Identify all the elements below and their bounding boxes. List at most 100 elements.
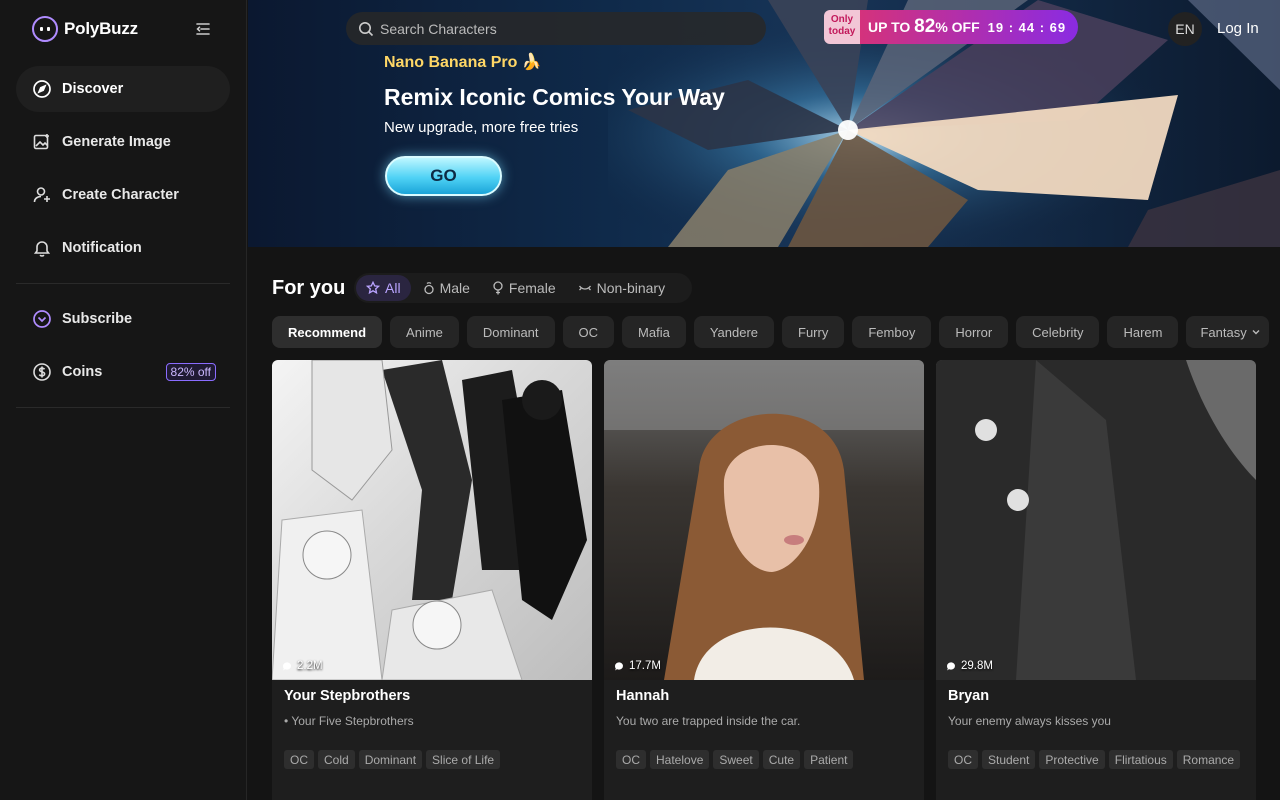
sidebar-item-label: Discover xyxy=(62,81,124,97)
bell-icon xyxy=(33,241,51,257)
category-chip-celebrity[interactable]: Celebrity xyxy=(1016,316,1100,348)
tag[interactable]: OC xyxy=(948,750,978,769)
tag[interactable]: Sweet xyxy=(713,750,759,769)
character-description: You two are trapped inside the car. xyxy=(616,714,801,728)
category-chip-fantasy[interactable]: Fantasy xyxy=(1186,316,1269,348)
category-chip-femboy[interactable]: Femboy xyxy=(852,316,932,348)
category-chip-oc[interactable]: OC xyxy=(562,316,615,348)
countdown-timer: 19 : 44 : 69 xyxy=(987,19,1067,35)
promo-discount-pill[interactable]: Only today UP TO 82% OFF 19 : 44 : 69 xyxy=(824,10,1078,44)
category-chips: Recommend Anime Dominant OC Mafia Yander… xyxy=(272,316,1269,348)
stepbrothers-illustration xyxy=(272,360,587,681)
main-content: Only today UP TO 82% OFF 19 : 44 : 69 EN… xyxy=(248,0,1280,800)
sidebar-item-coins[interactable]: Coins 82% off xyxy=(16,349,230,395)
tag[interactable]: Cold xyxy=(318,750,355,769)
compass-icon xyxy=(33,80,51,98)
section-title: For you xyxy=(272,277,346,299)
promo-text: UP TO 82% OFF xyxy=(868,16,980,37)
search-input[interactable] xyxy=(380,20,740,37)
coins-label: Coins xyxy=(62,364,103,380)
sidebar-item-subscribe[interactable]: Subscribe xyxy=(16,296,230,342)
sidebar-item-label: Generate Image xyxy=(62,134,171,150)
tag[interactable]: Cute xyxy=(762,750,801,769)
user-plus-icon xyxy=(33,187,50,203)
image-plus-icon xyxy=(33,134,49,150)
chat-bubble-icon xyxy=(946,661,955,670)
subscribe-icon xyxy=(33,310,51,328)
banner-description: New upgrade, more free tries xyxy=(384,119,579,136)
collapse-sidebar-icon[interactable] xyxy=(194,20,212,38)
banner-title: Remix Iconic Comics Your Way xyxy=(384,84,725,110)
tag-list: OC Cold Dominant Slice of Life xyxy=(284,750,584,769)
gender-tab-male[interactable]: Male xyxy=(413,275,480,301)
bryan-photo xyxy=(936,360,1256,680)
search-icon xyxy=(359,21,374,36)
sidebar: PolyBuzz Discover Generate Image Create … xyxy=(0,0,247,800)
category-chip-horror[interactable]: Horror xyxy=(939,316,1009,348)
character-card[interactable]: 29.8M Bryan Your enemy always kisses you… xyxy=(936,360,1256,800)
tag-list: OC Hatelove Sweet Cute Patient xyxy=(616,750,916,769)
divider xyxy=(16,283,230,284)
tag[interactable]: Protective xyxy=(1039,750,1105,769)
tag-list: OC Student Protective Flirtatious Romanc… xyxy=(948,750,1248,769)
app-name: PolyBuzz xyxy=(64,19,138,38)
coins-discount-badge: 82% off xyxy=(165,363,216,381)
category-chip-mafia[interactable]: Mafia xyxy=(622,316,686,348)
category-chip-dominant[interactable]: Dominant xyxy=(466,316,555,348)
gender-filter: All Male Female Non-binary xyxy=(354,273,692,303)
tag[interactable]: OC xyxy=(284,750,314,769)
chat-count: 17.7M xyxy=(614,660,661,672)
promo-banner[interactable]: Only today UP TO 82% OFF 19 : 44 : 69 EN… xyxy=(248,0,1280,247)
chat-count: 2.2M xyxy=(282,660,323,672)
category-chip-harem[interactable]: Harem xyxy=(1107,316,1179,348)
sidebar-item-notification[interactable]: Notification xyxy=(16,225,230,271)
gender-tab-nonbinary[interactable]: Non-binary xyxy=(568,275,675,301)
character-name: Your Stepbrothers xyxy=(284,688,411,704)
category-chip-anime[interactable]: Anime xyxy=(390,316,459,348)
tag[interactable]: Hatelove xyxy=(650,750,710,769)
character-card[interactable]: 17.7M Hannah You two are trapped inside … xyxy=(604,360,924,800)
sidebar-item-label: Notification xyxy=(62,240,142,256)
tag[interactable]: Flirtatious xyxy=(1108,750,1173,769)
logo[interactable]: PolyBuzz xyxy=(32,16,138,42)
tag[interactable]: Patient xyxy=(804,750,854,769)
tag[interactable]: OC xyxy=(616,750,646,769)
sidebar-item-create-character[interactable]: Create Character xyxy=(16,172,230,218)
gender-tab-female[interactable]: Female xyxy=(482,275,566,301)
login-button[interactable]: Log In xyxy=(1217,20,1259,37)
sidebar-item-discover[interactable]: Discover xyxy=(16,66,230,112)
chat-bubble-icon xyxy=(614,661,623,670)
character-image: 29.8M xyxy=(936,360,1256,680)
polybuzz-logo-icon xyxy=(32,16,58,42)
language-selector[interactable]: EN xyxy=(1168,12,1202,46)
character-description: Your enemy always kisses you xyxy=(948,714,1111,728)
subscribe-label: Subscribe xyxy=(62,311,133,327)
tag[interactable]: Dominant xyxy=(358,750,423,769)
category-chip-recommend[interactable]: Recommend xyxy=(272,316,383,348)
banner-subtitle: Nano Banana Pro 🍌 xyxy=(384,54,542,71)
nonbinary-icon xyxy=(578,285,591,291)
tag[interactable]: Student xyxy=(982,750,1036,769)
sidebar-item-generate-image[interactable]: Generate Image xyxy=(16,119,230,165)
character-image: 17.7M xyxy=(604,360,924,680)
chat-count: 29.8M xyxy=(946,660,993,672)
character-image: 2.2M xyxy=(272,360,592,681)
character-card[interactable]: 2.2M Your Stepbrothers • Your Five Stepb… xyxy=(272,360,592,800)
female-icon xyxy=(493,281,503,295)
only-today-label: Only today xyxy=(824,10,860,44)
tag[interactable]: Slice of Life xyxy=(426,750,501,769)
go-button[interactable]: GO xyxy=(385,156,502,196)
gender-tab-all[interactable]: All xyxy=(356,275,411,301)
character-grid: 2.2M Your Stepbrothers • Your Five Stepb… xyxy=(272,360,1256,800)
sidebar-item-label: Create Character xyxy=(62,187,179,203)
search-bar[interactable] xyxy=(346,12,766,45)
chat-bubble-icon xyxy=(282,661,291,670)
male-icon xyxy=(423,282,434,295)
tag[interactable]: Romance xyxy=(1176,750,1241,769)
category-chip-yandere[interactable]: Yandere xyxy=(693,316,775,348)
category-chip-furry[interactable]: Furry xyxy=(782,316,845,348)
character-name: Hannah xyxy=(616,688,670,704)
character-name: Bryan xyxy=(948,688,990,704)
hannah-photo xyxy=(604,360,924,680)
character-description: • Your Five Stepbrothers xyxy=(284,714,414,728)
